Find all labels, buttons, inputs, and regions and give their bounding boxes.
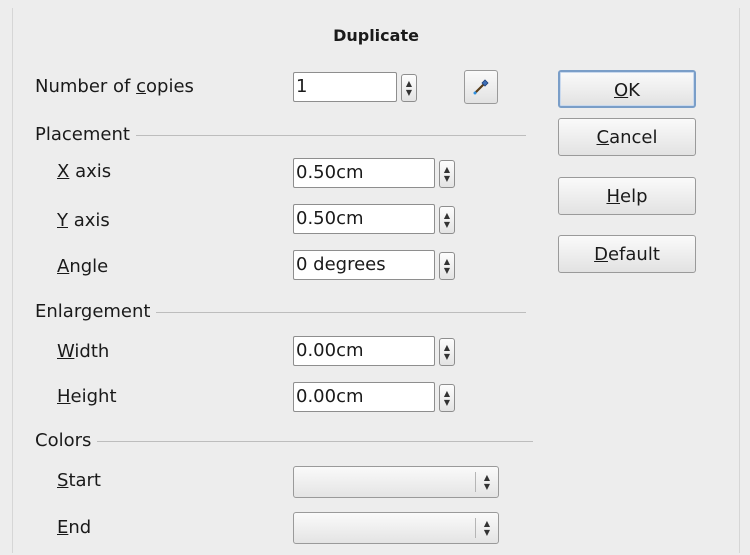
ok-button[interactable]: OK [558, 70, 696, 108]
caret-up-icon: ▲ [405, 79, 413, 88]
default-button[interactable]: Default [558, 235, 696, 273]
copies-spinbox[interactable]: 1 ▲ ▼ [293, 72, 421, 102]
enlargement-section-heading: Enlargement [35, 301, 527, 323]
caret-down-icon: ▼ [443, 352, 451, 361]
placement-divider [135, 134, 526, 136]
caret-down-icon: ▼ [443, 220, 451, 229]
height-label: Height [57, 386, 117, 407]
x-axis-stepper[interactable]: ▲ ▼ [439, 160, 455, 188]
caret-up-icon: ▲ [443, 343, 451, 352]
colors-divider [97, 440, 534, 442]
dropdown-caret-icon: ▲ ▼ [483, 473, 491, 491]
colors-section-heading: Colors [35, 430, 534, 452]
dropdown-caret-icon: ▲ ▼ [483, 519, 491, 537]
placement-section-heading: Placement [35, 124, 526, 146]
angle-label: Angle [57, 256, 109, 277]
start-label: Start [57, 470, 101, 491]
copies-input[interactable]: 1 [293, 72, 397, 102]
caret-down-icon: ▼ [405, 88, 413, 97]
eyedropper-icon [473, 79, 489, 95]
height-stepper[interactable]: ▲ ▼ [439, 384, 455, 412]
caret-up-icon: ▲ [443, 389, 451, 398]
caret-down-icon: ▼ [443, 398, 451, 407]
caret-up-icon: ▲ [443, 165, 451, 174]
width-stepper[interactable]: ▲ ▼ [439, 338, 455, 366]
angle-input[interactable]: 0 degrees [293, 250, 435, 280]
y-axis-label: Y axis [57, 210, 110, 231]
copies-label: Number of copies [35, 76, 194, 97]
combo-separator [475, 518, 476, 538]
help-button[interactable]: Help [558, 177, 696, 215]
caret-down-icon: ▼ [443, 174, 451, 183]
y-axis-input[interactable]: 0.50cm [293, 204, 435, 234]
caret-up-icon: ▲ [443, 211, 451, 220]
x-axis-label: X axis [57, 161, 112, 182]
y-axis-spinbox[interactable]: 0.50cm ▲ ▼ [293, 204, 459, 234]
x-axis-input[interactable]: 0.50cm [293, 158, 435, 188]
caret-down-icon: ▼ [443, 266, 451, 275]
height-input[interactable]: 0.00cm [293, 382, 435, 412]
start-color-select[interactable]: ▲ ▼ [293, 466, 499, 498]
angle-spinbox[interactable]: 0 degrees ▲ ▼ [293, 250, 459, 280]
height-spinbox[interactable]: 0.00cm ▲ ▼ [293, 382, 459, 412]
cancel-button[interactable]: Cancel [558, 118, 696, 156]
width-input[interactable]: 0.00cm [293, 336, 435, 366]
duplicate-dialog: Duplicate Number of copies 1 ▲ ▼ Placeme… [12, 8, 740, 553]
width-spinbox[interactable]: 0.00cm ▲ ▼ [293, 336, 459, 366]
y-axis-stepper[interactable]: ▲ ▼ [439, 206, 455, 234]
x-axis-spinbox[interactable]: 0.50cm ▲ ▼ [293, 158, 459, 188]
combo-separator [475, 472, 476, 492]
angle-stepper[interactable]: ▲ ▼ [439, 252, 455, 280]
caret-up-icon: ▲ [443, 257, 451, 266]
pick-values-button[interactable] [464, 70, 498, 104]
enlargement-divider [156, 311, 527, 313]
end-color-select[interactable]: ▲ ▼ [293, 512, 499, 544]
end-label: End [57, 517, 92, 538]
copies-stepper[interactable]: ▲ ▼ [401, 74, 417, 102]
width-label: Width [57, 341, 110, 362]
dialog-title: Duplicate [333, 26, 419, 45]
